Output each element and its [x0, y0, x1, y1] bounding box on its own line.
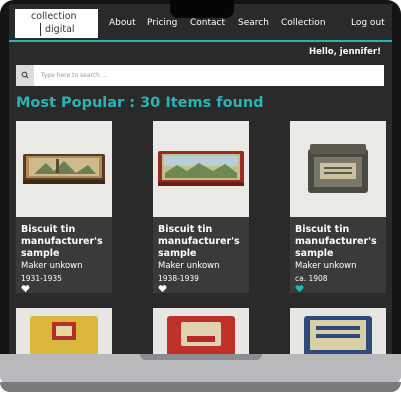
item-card[interactable]: Biscuit tin manufacturer's sample Maker …: [16, 121, 112, 293]
user-greeting: Hello, jennifer!: [309, 47, 381, 57]
laptop-base-shadow: [0, 382, 401, 392]
item-card[interactable]: [290, 308, 386, 354]
biscuit-tin-image: [290, 308, 386, 354]
item-card[interactable]: Biscuit tin manufacturer's sample Maker …: [290, 121, 386, 293]
item-date: ca. 1908: [295, 274, 328, 283]
heart-icon[interactable]: [21, 284, 30, 293]
nav-contact[interactable]: Contact: [190, 18, 225, 28]
biscuit-tin-image: [153, 308, 249, 354]
item-card[interactable]: Biscuit tin manufacturer's sample Maker …: [153, 121, 249, 293]
item-title[interactable]: Biscuit tin manufacturer's sample: [295, 224, 383, 260]
item-date: 1938-1939: [158, 274, 199, 283]
browser-viewport: collection digital About Pricing Contact…: [9, 4, 392, 354]
biscuit-tin-image: [153, 121, 249, 217]
item-maker: Maker unkown: [21, 261, 83, 271]
laptop-hinge-groove: [140, 354, 262, 360]
nav-collection[interactable]: Collection: [281, 18, 326, 28]
item-card[interactable]: [153, 308, 249, 354]
search-input[interactable]: [41, 65, 371, 86]
biscuit-tin-image: [16, 308, 112, 354]
logo-line-2: digital: [45, 24, 75, 35]
biscuit-tin-image: [290, 121, 386, 217]
nav-search[interactable]: Search: [238, 18, 269, 28]
biscuit-tin-image: [16, 121, 112, 217]
item-thumbnail[interactable]: [290, 121, 386, 217]
item-maker: Maker unkown: [295, 261, 357, 271]
camera-notch: [170, 0, 234, 18]
search-button[interactable]: [16, 65, 34, 86]
heart-icon-filled[interactable]: [295, 284, 304, 293]
results-heading: Most Popular : 30 Items found: [16, 95, 264, 111]
item-date: 1931-1935: [21, 274, 62, 283]
item-maker: Maker unkown: [158, 261, 220, 271]
nav-about[interactable]: About: [109, 18, 136, 28]
item-card[interactable]: [16, 308, 112, 354]
nav-pricing[interactable]: Pricing: [147, 18, 177, 28]
search-bar: [16, 65, 384, 86]
item-thumbnail[interactable]: [16, 121, 112, 217]
site-logo[interactable]: collection digital: [15, 9, 98, 38]
item-title[interactable]: Biscuit tin manufacturer's sample: [21, 224, 109, 260]
item-title[interactable]: Biscuit tin manufacturer's sample: [158, 224, 246, 260]
heart-icon[interactable]: [158, 284, 167, 293]
logo-divider: [40, 23, 41, 36]
nav-logout[interactable]: Log out: [351, 18, 385, 28]
search-icon: [21, 71, 29, 79]
logo-line-1: collection: [31, 11, 77, 22]
item-thumbnail[interactable]: [153, 121, 249, 217]
